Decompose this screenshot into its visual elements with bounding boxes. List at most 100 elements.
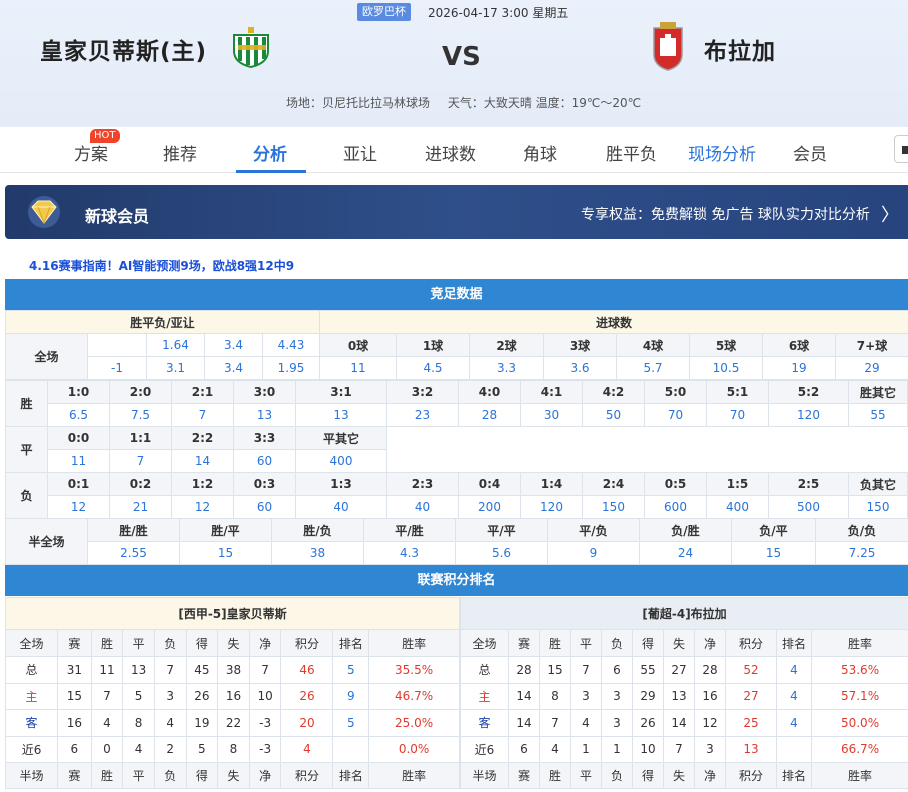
standings-cell: 7 (90, 682, 124, 710)
standings-cell: 29 (632, 682, 664, 710)
standings-cell: 8 (122, 709, 155, 737)
standings-team-title[interactable]: [葡超-4]布拉加 (459, 597, 908, 630)
goal-label: 6球 (762, 333, 836, 357)
wdl-header: 胜平负/亚让 (5, 310, 320, 334)
goal-label: 0球 (319, 333, 397, 357)
standings-cell: 4 (90, 709, 124, 737)
score-odds[interactable]: 40 (295, 495, 387, 519)
wdl-cell[interactable]: 1.95 (262, 356, 320, 380)
goal-odds[interactable]: 5.7 (616, 356, 690, 380)
goal-odds[interactable]: 29 (834, 356, 908, 380)
score-odds[interactable]: 7 (171, 403, 234, 427)
goal-odds[interactable]: 19 (762, 356, 836, 380)
score-odds[interactable]: 400 (295, 449, 387, 473)
away-team-name[interactable]: 布拉加 (704, 32, 776, 66)
score-odds[interactable]: 150 (582, 495, 645, 519)
htft-odds[interactable]: 15 (179, 541, 272, 565)
htft-odds[interactable]: 4.3 (363, 541, 456, 565)
standings-col-header: 全场 (460, 629, 509, 657)
home-team-logo[interactable] (228, 25, 274, 69)
half-col-header: 负 (153, 762, 187, 789)
score-odds[interactable]: 6.5 (47, 403, 110, 427)
score-odds[interactable]: 150 (848, 495, 908, 519)
tab-wdl[interactable]: 胜平负 (606, 140, 657, 165)
standings-cell: 14 (663, 709, 695, 737)
wdl-cell[interactable]: 1.64 (146, 333, 205, 357)
standings-cell: 35.5% (368, 656, 460, 684)
htft-odds[interactable]: 24 (639, 541, 732, 565)
handicap-cell[interactable]: -1 (87, 356, 147, 380)
score-odds[interactable]: 60 (233, 449, 296, 473)
tab-recommend[interactable]: 推荐 (163, 140, 197, 165)
standings-cell: 52 (725, 656, 777, 684)
htft-odds[interactable]: 2.55 (87, 541, 180, 565)
goal-odds[interactable]: 11 (319, 356, 397, 380)
score-odds[interactable]: 70 (644, 403, 707, 427)
htft-odds[interactable]: 38 (271, 541, 364, 565)
more-menu-icon[interactable] (894, 135, 908, 163)
wdl-cell[interactable] (87, 333, 147, 357)
goal-odds[interactable]: 3.6 (543, 356, 617, 380)
home-team-name[interactable]: 皇家贝蒂斯(主) (40, 32, 207, 66)
score-odds[interactable]: 200 (458, 495, 521, 519)
standings-col-header: 净 (248, 629, 282, 657)
standings-cell: 14 (508, 709, 540, 737)
tab-asian-handicap[interactable]: 亚让 (343, 140, 377, 165)
tab-corners[interactable]: 角球 (523, 140, 557, 165)
score-odds[interactable]: 60 (233, 495, 296, 519)
score-odds[interactable]: 14 (171, 449, 234, 473)
notice-link[interactable]: 4.16赛事指南！AI智能预测9场，欧战8强12中9 (29, 257, 294, 274)
htft-option: 平/负 (547, 518, 640, 542)
competition-badge[interactable]: 欧罗巴杯 (357, 3, 411, 21)
away-team-logo[interactable] (648, 20, 688, 72)
score-odds[interactable]: 40 (386, 495, 459, 519)
score-odds[interactable]: 120 (520, 495, 583, 519)
empty-cell (386, 426, 849, 473)
tab-analysis[interactable]: 分析 (253, 140, 287, 165)
score-odds[interactable]: 23 (386, 403, 459, 427)
score-odds[interactable]: 11 (47, 449, 110, 473)
tab-member[interactable]: 会员 (793, 140, 827, 165)
score-odds[interactable]: 55 (848, 403, 908, 427)
score-odds[interactable]: 28 (458, 403, 521, 427)
score-label: 2:4 (582, 472, 645, 496)
tab-plan[interactable]: 方案 (74, 140, 108, 165)
score-odds[interactable]: 70 (706, 403, 769, 427)
wdl-cell[interactable]: 3.4 (204, 333, 263, 357)
standings-team-title[interactable]: [西甲-5]皇家贝蒂斯 (5, 597, 460, 630)
htft-label: 半全场 (5, 518, 88, 565)
score-odds[interactable]: 13 (233, 403, 296, 427)
htft-odds[interactable]: 5.6 (455, 541, 548, 565)
jingzu-section-title: 竞足数据 (5, 279, 908, 310)
score-odds[interactable]: 30 (520, 403, 583, 427)
score-label: 0:4 (458, 472, 521, 496)
tab-goals[interactable]: 进球数 (425, 140, 476, 165)
standings-col-header: 得 (185, 629, 219, 657)
lose-label: 负 (5, 472, 48, 519)
score-odds[interactable]: 400 (706, 495, 769, 519)
htft-odds[interactable]: 7.25 (815, 541, 908, 565)
vip-banner[interactable]: 新球会员 专享权益：免费解锁 免广告 球队实力对比分析 〉 (5, 185, 908, 239)
score-odds[interactable]: 50 (582, 403, 645, 427)
score-odds[interactable]: 500 (768, 495, 849, 519)
chevron-right-icon[interactable]: 〉 (881, 201, 899, 227)
goal-odds[interactable]: 4.5 (396, 356, 470, 380)
htft-odds[interactable]: 9 (547, 541, 640, 565)
score-odds[interactable]: 7 (109, 449, 172, 473)
score-odds[interactable]: 21 (109, 495, 172, 519)
tab-live-analysis[interactable]: 现场分析 (688, 140, 756, 165)
wdl-cell[interactable]: 4.43 (262, 333, 320, 357)
score-odds[interactable]: 13 (295, 403, 387, 427)
goal-odds[interactable]: 10.5 (689, 356, 763, 380)
standings-cell: 7 (663, 735, 695, 763)
wdl-cell[interactable]: 3.4 (204, 356, 263, 380)
htft-odds[interactable]: 15 (731, 541, 816, 565)
score-odds[interactable]: 120 (768, 403, 849, 427)
wdl-cell[interactable]: 3.1 (146, 356, 205, 380)
score-odds[interactable]: 7.5 (109, 403, 172, 427)
score-odds[interactable]: 600 (644, 495, 707, 519)
goal-odds[interactable]: 3.3 (469, 356, 544, 380)
score-odds[interactable]: 12 (47, 495, 110, 519)
score-odds[interactable]: 12 (171, 495, 234, 519)
standings-cell: 近6 (460, 735, 509, 763)
